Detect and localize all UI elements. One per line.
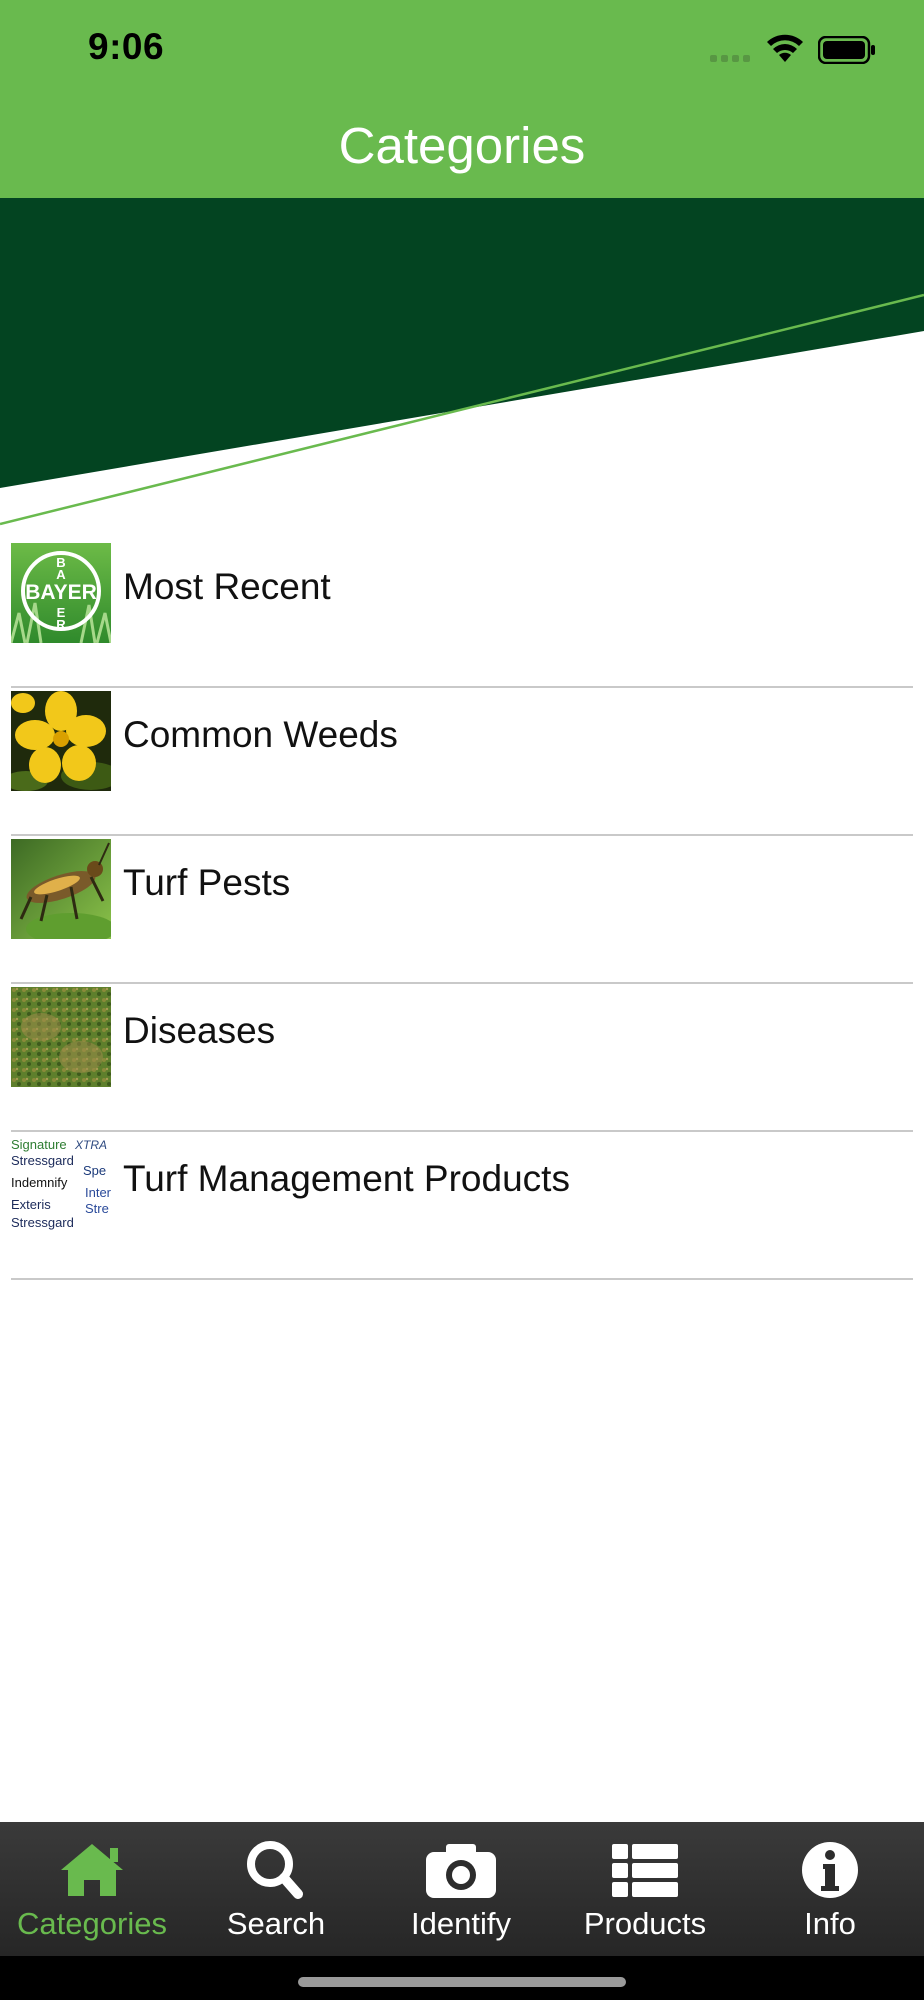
svg-text:Signature: Signature (11, 1137, 67, 1152)
category-label: Diseases (123, 1010, 276, 1051)
category-row-turf-management-products[interactable]: Signature XTRA Stressgard Spe Indemnify … (11, 1132, 913, 1280)
category-row-diseases[interactable]: Diseases (11, 984, 913, 1132)
battery-icon (818, 36, 875, 64)
status-bar: 9:06 (0, 0, 924, 100)
svg-text:XTRA: XTRA (74, 1138, 107, 1152)
tab-label: Categories (17, 1906, 167, 1941)
category-label: Turf Management Products (123, 1158, 570, 1199)
category-row-common-weeds[interactable]: Common Weeds (11, 688, 913, 836)
tab-label: Info (804, 1906, 856, 1941)
svg-text:A: A (56, 567, 66, 582)
svg-text:Stressgard: Stressgard (11, 1215, 74, 1230)
svg-text:Stre: Stre (85, 1201, 109, 1216)
list-icon (612, 1844, 678, 1897)
camera-icon (426, 1844, 496, 1898)
svg-text:Indemnify: Indemnify (11, 1175, 68, 1190)
tab-products[interactable]: Products (555, 1822, 735, 1956)
svg-text:Exteris: Exteris (11, 1197, 51, 1212)
category-label: Most Recent (123, 566, 331, 607)
product-names-photo: Signature XTRA Stressgard Spe Indemnify … (11, 1135, 111, 1235)
tab-search[interactable]: Search (186, 1822, 366, 1956)
category-label: Turf Pests (123, 862, 291, 903)
tab-identify[interactable]: Identify (371, 1822, 551, 1956)
page-title: Categories (338, 117, 586, 174)
svg-text:BAYER: BAYER (25, 581, 97, 604)
cellular-signal-icon (710, 55, 750, 62)
search-icon (247, 1841, 303, 1899)
tab-bar: Categories Search Identify Products Info (0, 1822, 924, 1956)
navigation-bar: Categories (0, 100, 924, 198)
category-row-most-recent[interactable]: BAYER B A E R Most Recent (11, 540, 913, 688)
tab-label: Search (226, 1906, 326, 1941)
svg-text:Stressgard: Stressgard (11, 1153, 74, 1168)
category-list: BAYER B A E R Most Recent Common Weeds T… (0, 540, 924, 1280)
home-indicator-area (0, 1956, 924, 2000)
tab-label: Identify (411, 1906, 511, 1941)
tab-info[interactable]: Info (740, 1822, 920, 1956)
home-icon (61, 1844, 123, 1896)
diseased-turf-photo (11, 987, 111, 1087)
wifi-icon (767, 34, 803, 62)
home-indicator[interactable] (298, 1977, 626, 1987)
svg-text:R: R (56, 617, 66, 632)
svg-text:Inter: Inter (85, 1185, 111, 1200)
bayer-logo-icon: BAYER B A E R (11, 543, 111, 643)
category-row-turf-pests[interactable]: Turf Pests (11, 836, 913, 984)
grasshopper-photo (11, 839, 111, 939)
tab-label: Products (583, 1906, 707, 1941)
header-banner (0, 198, 924, 526)
tab-categories[interactable]: Categories (2, 1822, 182, 1956)
svg-text:Spe: Spe (83, 1163, 106, 1178)
info-icon (802, 1842, 858, 1898)
status-time: 9:06 (88, 26, 165, 67)
yellow-flower-photo (11, 691, 111, 791)
category-label: Common Weeds (123, 714, 398, 755)
